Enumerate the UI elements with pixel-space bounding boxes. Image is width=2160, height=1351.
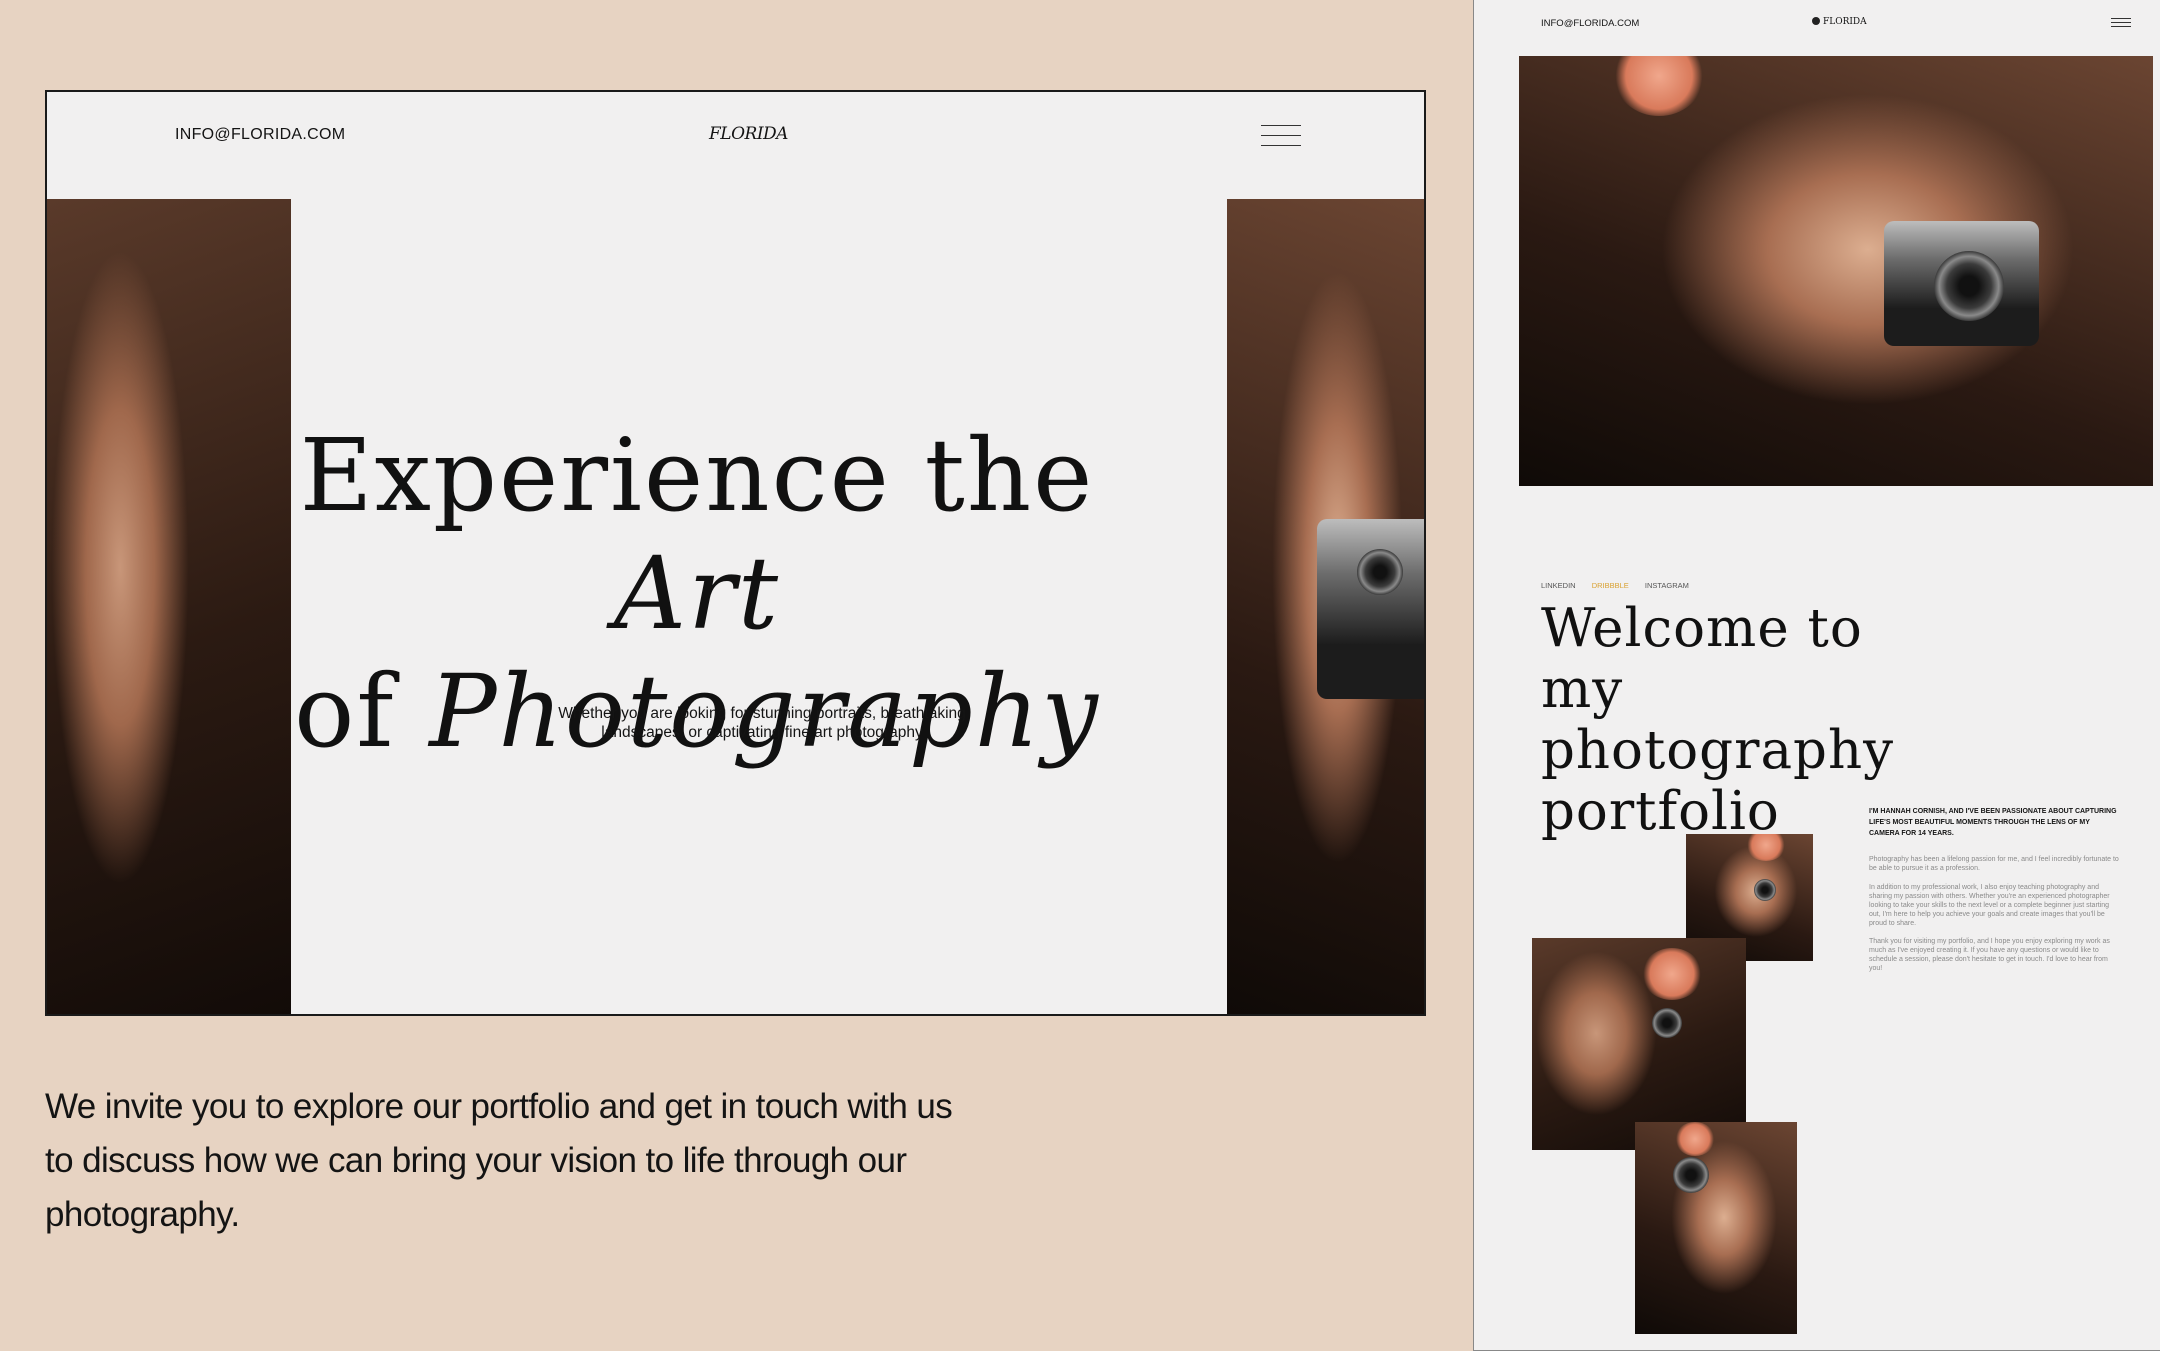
social-instagram-link[interactable]: INSTAGRAM (1645, 581, 1689, 590)
about-paragraph-2: In addition to my professional work, I a… (1869, 884, 2110, 927)
header-email-link[interactable]: INFO@FLORIDA.COM (175, 126, 345, 144)
social-linkedin-link[interactable]: LINKEDIN (1541, 581, 1576, 590)
feature-photo (1519, 56, 2153, 486)
gallery-photo-3[interactable] (1635, 1122, 1797, 1334)
hamburger-menu-icon[interactable] (2111, 18, 2131, 28)
hero-subtitle: Whether you are looking for stunning por… (558, 705, 966, 741)
social-dribbble-link[interactable]: DRIBBBLE (1592, 581, 1629, 590)
invite-text: We invite you to explore our portfolio a… (45, 1087, 953, 1234)
header-logo[interactable]: FLORIDA (709, 124, 788, 144)
hamburger-menu-icon[interactable] (1261, 125, 1301, 147)
about-paragraph-3: Thank you for visiting my portfolio, and… (1869, 938, 2110, 972)
logo-mark-icon (1812, 17, 1820, 25)
hero-right-photo (1227, 199, 1424, 1014)
portfolio-page: INFO@FLORIDA.COM FLORIDA LINKEDIN DRIBBB… (1473, 0, 2160, 1351)
gallery-photo-2[interactable] (1532, 938, 1746, 1150)
social-links: LINKEDIN DRIBBBLE INSTAGRAM (1541, 581, 1703, 590)
about-intro: I'M HANNAH CORNISH, AND I'VE BEEN PASSIO… (1869, 808, 2117, 837)
page-header-logo[interactable]: FLORIDA (1812, 17, 1867, 27)
desktop-mockup: INFO@FLORIDA.COM FLORIDA Experience the … (45, 90, 1426, 1016)
about-paragraph-1: Photography has been a lifelong passion … (1869, 856, 2119, 872)
page-header-email-link[interactable]: INFO@FLORIDA.COM (1541, 18, 1639, 29)
